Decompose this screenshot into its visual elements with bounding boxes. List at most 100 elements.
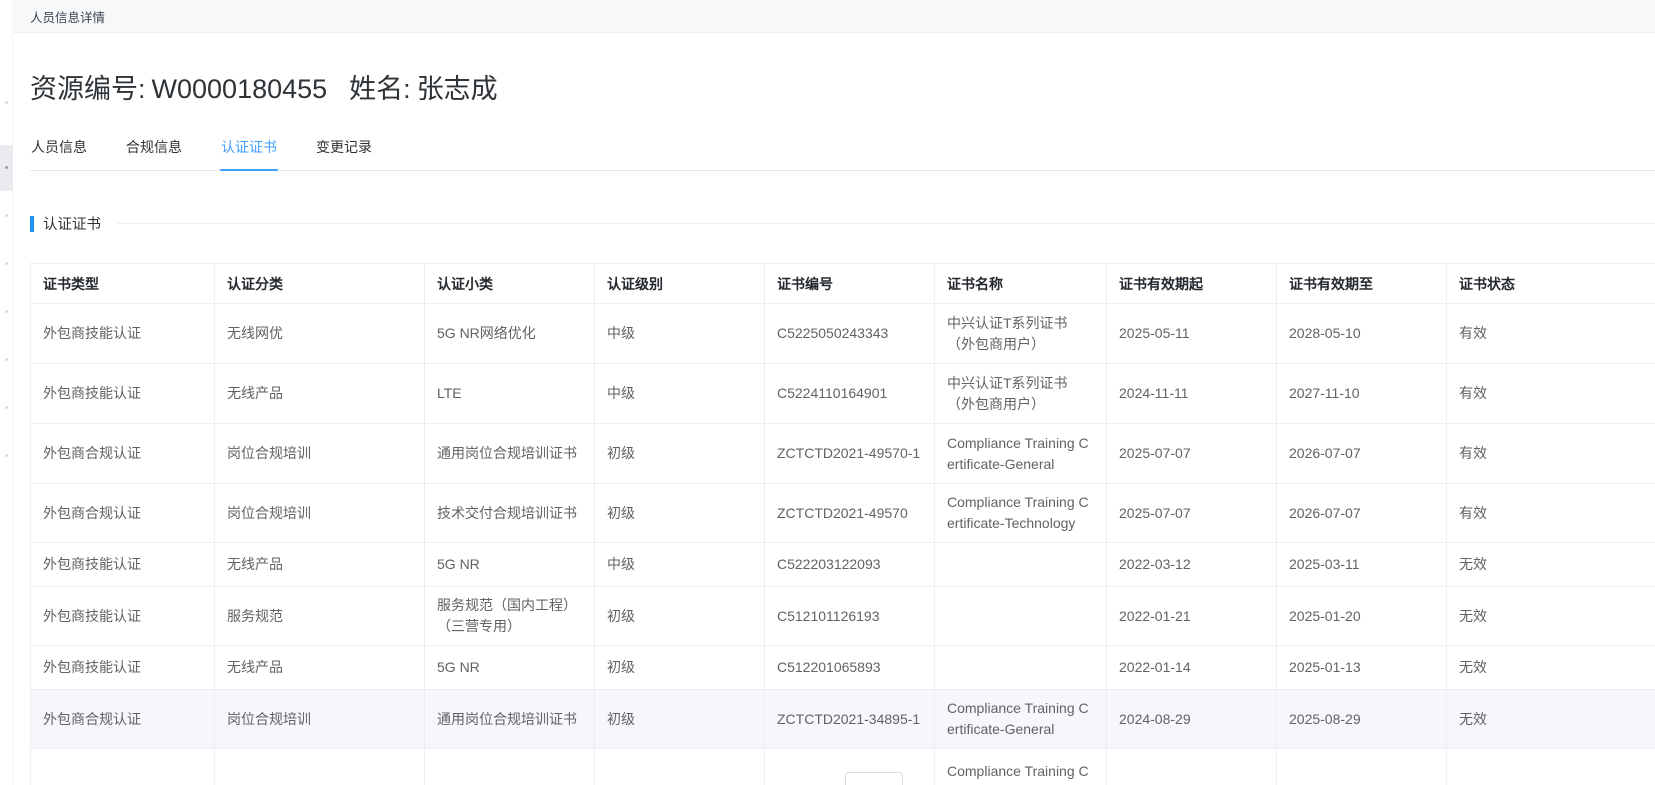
sidebar-bullet-icon: [5, 454, 8, 457]
table-cell: Compliance Training Cert: [935, 749, 1107, 785]
table-cell: 2025-01-20: [1277, 587, 1447, 646]
status-cell: 无效: [1447, 587, 1655, 646]
column-header: 证书类型: [31, 264, 215, 304]
certificates-table: 证书类型 认证分类 认证小类 认证级别 证书编号 证书名称 证书有效期起 证书有…: [30, 263, 1655, 785]
table-cell: 5G NR网络优化: [425, 304, 595, 364]
table-cell: 通用岗位合规培训证书: [425, 690, 595, 749]
tab-bar: 人员信息 合规信息 认证证书 变更记录: [30, 137, 1655, 171]
table-cell: 岗位合规培训: [215, 424, 425, 484]
column-header: 认证分类: [215, 264, 425, 304]
person-name: 姓名:张志成: [349, 74, 498, 104]
status-cell: 无效: [1447, 646, 1655, 690]
sidebar-bullet-icon: [5, 101, 8, 104]
table-cell: 岗位合规培训: [215, 484, 425, 543]
status-cell: [1447, 749, 1655, 785]
column-header: 证书编号: [765, 264, 935, 304]
table-row[interactable]: 外包商技能认证 无线产品 5G NR 初级 C512201065893 2022…: [31, 646, 1655, 690]
table-row[interactable]: 外包商技能认证 无线产品 LTE 中级 C5224110164901 中兴认证T…: [31, 364, 1655, 424]
table-cell: 2025-07-07: [1107, 424, 1277, 484]
table-cell: 2025-03-11: [1277, 543, 1447, 587]
status-cell: 有效: [1447, 364, 1655, 424]
table-cell: 中兴认证T系列证书（外包商用户）: [935, 364, 1107, 424]
table-cell: 技术交付合规培训证书: [425, 484, 595, 543]
table-cell: C522203122093: [765, 543, 935, 587]
table-cell: 外包商合规认证: [31, 690, 215, 749]
table-cell: C5225050243343: [765, 304, 935, 364]
table-cell: Compliance Training Certificate-General: [935, 690, 1107, 749]
column-header: 证书有效期至: [1277, 264, 1447, 304]
status-cell: 无效: [1447, 690, 1655, 749]
table-row[interactable]: 外包商技能认证 服务规范 服务规范（国内工程）（三营专用） 初级 C512101…: [31, 587, 1655, 646]
breadcrumb: 人员信息详情: [30, 7, 105, 26]
table-cell: 初级: [595, 690, 765, 749]
sidebar-bullet-icon: [5, 406, 8, 409]
table-cell: 2025-08-29: [1277, 690, 1447, 749]
table-cell: 2024-11-11: [1107, 364, 1277, 424]
resource-number: 资源编号:W0000180455: [30, 74, 327, 104]
table-cell: ZCTCTD2021-49570: [765, 484, 935, 543]
table-cell: 中级: [595, 543, 765, 587]
sidebar-bullet-icon: [5, 166, 8, 169]
table-cell: 2026-07-07: [1277, 484, 1447, 543]
table-row[interactable]: 外包商合规认证 岗位合规培训 技术交付合规培训证书 初级 ZCTCTD2021-…: [31, 484, 1655, 543]
table-cell: 2024-08-29: [1107, 690, 1277, 749]
table-cell: 2025-01-13: [1277, 646, 1447, 690]
table-cell: [215, 749, 425, 785]
page-title: 资源编号:W0000180455 姓名:张志成: [30, 67, 1655, 106]
table-row[interactable]: 外包商技能认证 无线产品 5G NR 中级 C522203122093 2022…: [31, 543, 1655, 587]
table-cell: 无线产品: [215, 364, 425, 424]
table-cell: [935, 543, 1107, 587]
table-cell: 5G NR: [425, 543, 595, 587]
pagination-button[interactable]: [845, 772, 903, 785]
table-cell: 中级: [595, 304, 765, 364]
status-cell: 有效: [1447, 304, 1655, 364]
table-cell: [595, 749, 765, 785]
tab-change-records[interactable]: 变更记录: [315, 137, 373, 170]
table-cell: 2025-05-11: [1107, 304, 1277, 364]
table-cell: 2026-07-07: [1277, 424, 1447, 484]
section-title: 认证证书: [43, 213, 101, 234]
table-cell: 2022-01-14: [1107, 646, 1277, 690]
table-row[interactable]: 外包商合规认证 岗位合规培训 通用岗位合规培训证书 初级 ZCTCTD2021-…: [31, 424, 1655, 484]
column-header: 证书名称: [935, 264, 1107, 304]
sidebar-bullet-icon: [5, 214, 8, 217]
section-divider: [117, 223, 1655, 224]
table-cell: 外包商技能认证: [31, 364, 215, 424]
table-cell: 外包商技能认证: [31, 543, 215, 587]
collapsed-sidebar-strip[interactable]: [0, 0, 13, 785]
table-cell: 2027-11-10: [1277, 364, 1447, 424]
table-cell: C512101126193: [765, 587, 935, 646]
table-cell: 5G NR: [425, 646, 595, 690]
table-row-highlighted[interactable]: 外包商合规认证 岗位合规培训 通用岗位合规培训证书 初级 ZCTCTD2021-…: [31, 690, 1655, 749]
tab-certificates[interactable]: 认证证书: [220, 137, 278, 170]
table-cell: C512201065893: [765, 646, 935, 690]
table-cell: Compliance Training Certificate-General: [935, 424, 1107, 484]
table-cell: 服务规范（国内工程）（三营专用）: [425, 587, 595, 646]
table-cell: LTE: [425, 364, 595, 424]
table-cell: 2028-05-10: [1277, 304, 1447, 364]
sidebar-bullet-icon: [5, 358, 8, 361]
table-cell: 2025-07-07: [1107, 484, 1277, 543]
table-cell: 外包商技能认证: [31, 646, 215, 690]
tab-personnel-info[interactable]: 人员信息: [30, 137, 88, 170]
table-cell: 初级: [595, 587, 765, 646]
column-header: 认证小类: [425, 264, 595, 304]
table-cell: [1277, 749, 1447, 785]
table-cell: Compliance Training Certificate-Technolo…: [935, 484, 1107, 543]
table-row[interactable]: 外包商技能认证 无线网优 5G NR网络优化 中级 C5225050243343…: [31, 304, 1655, 364]
table-cell: 2022-01-21: [1107, 587, 1277, 646]
table-cell: 初级: [595, 424, 765, 484]
table-cell: [425, 749, 595, 785]
table-row-partial[interactable]: Compliance Training Cert: [31, 749, 1655, 785]
table-cell: 外包商合规认证: [31, 484, 215, 543]
table-cell: 中兴认证T系列证书（外包商用户）: [935, 304, 1107, 364]
table-cell: 2022-03-12: [1107, 543, 1277, 587]
sidebar-bullet-icon: [5, 310, 8, 313]
table-cell: 无线产品: [215, 646, 425, 690]
table-cell: 外包商技能认证: [31, 304, 215, 364]
section-accent-bar: [30, 216, 34, 232]
table-cell: 岗位合规培训: [215, 690, 425, 749]
section-header: 认证证书: [30, 213, 1655, 234]
table-cell: 中级: [595, 364, 765, 424]
tab-compliance-info[interactable]: 合规信息: [125, 137, 183, 170]
